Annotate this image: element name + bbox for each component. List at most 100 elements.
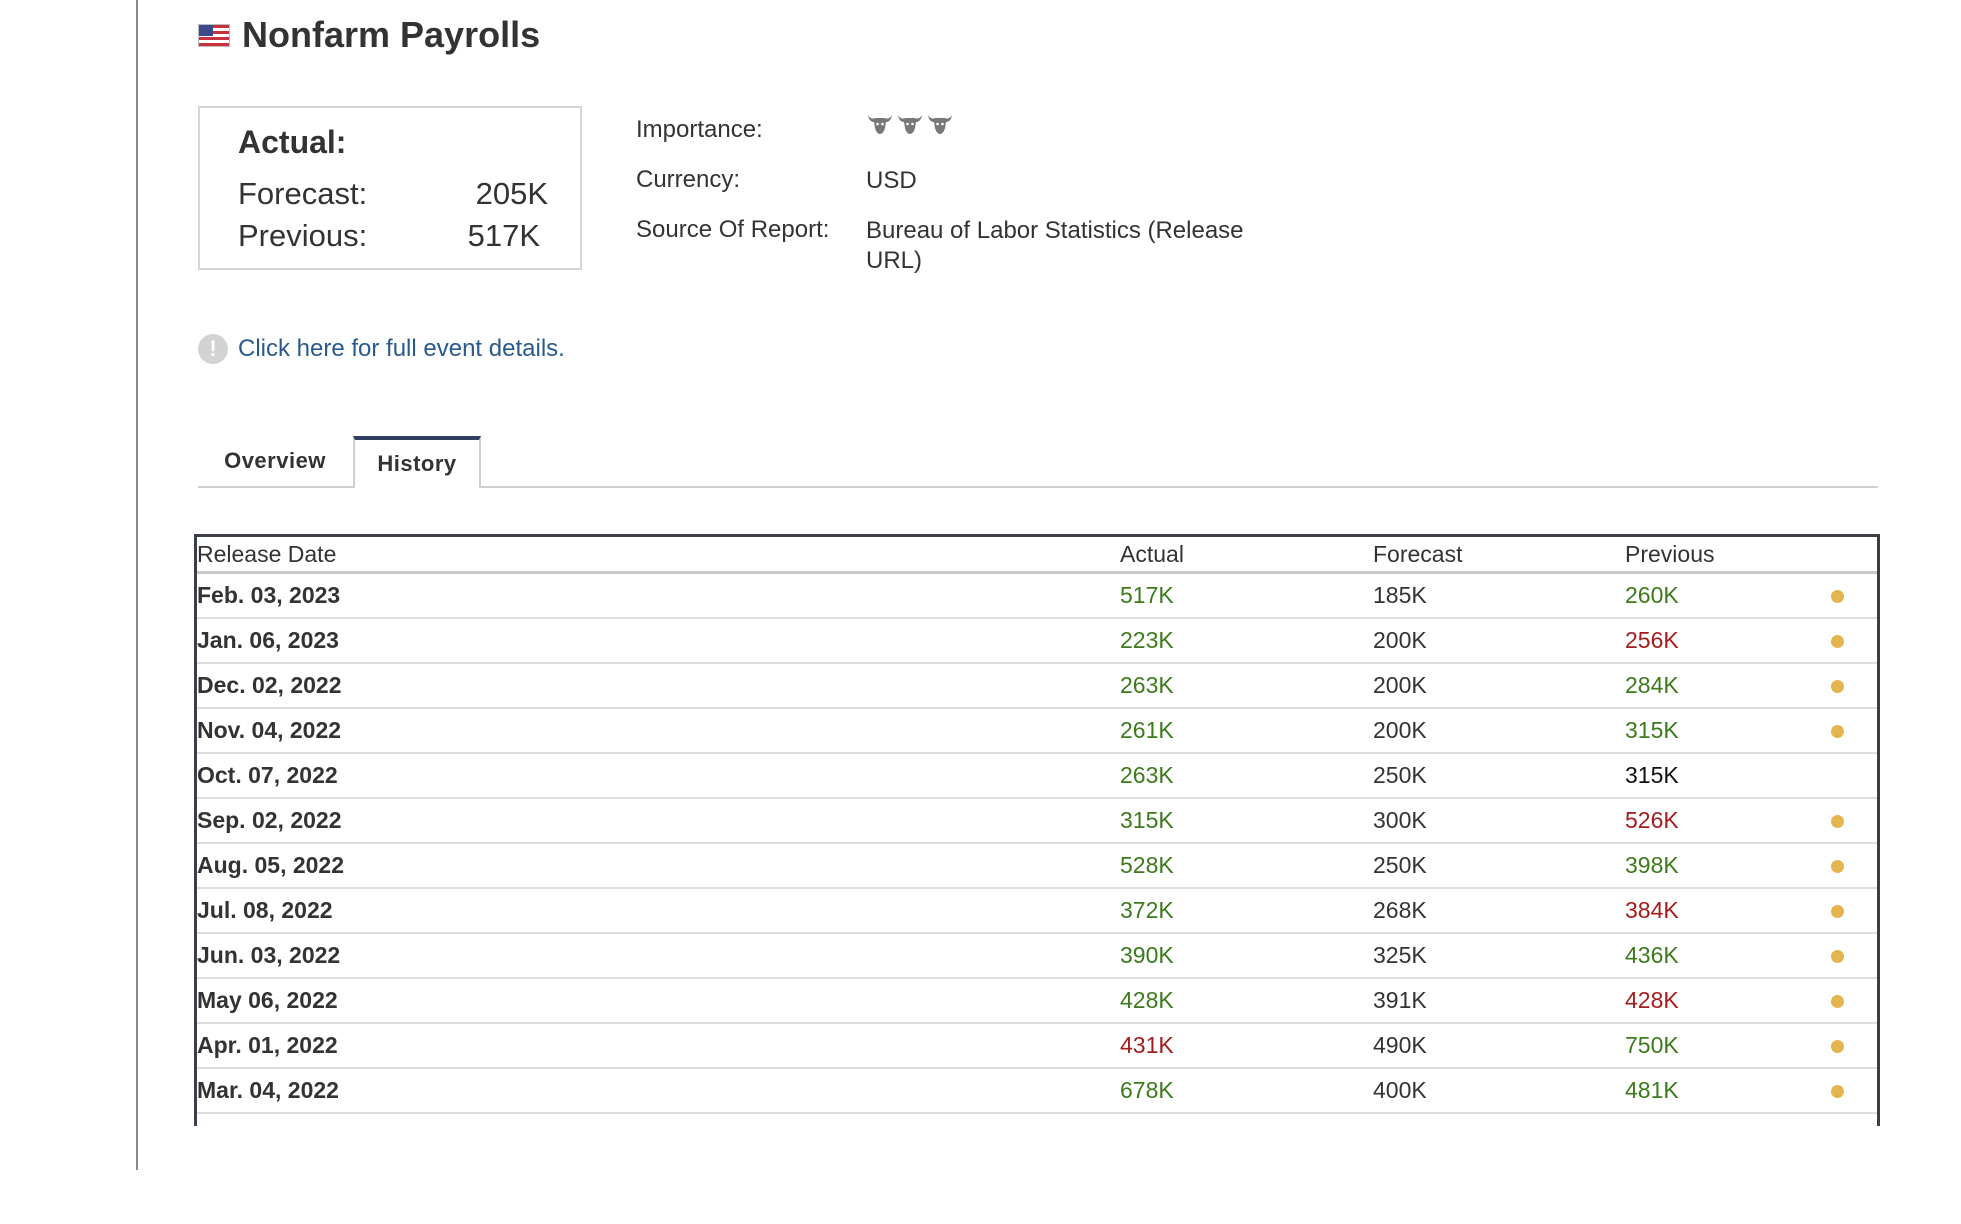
forecast-value: 205K: [475, 176, 548, 211]
table-row: Jul. 08, 2022 372K 268K 384K: [197, 888, 1877, 934]
tab-overview[interactable]: Overview: [198, 436, 352, 486]
column-header-release-date: Release Date: [197, 537, 1120, 574]
us-flag-icon: [198, 23, 230, 47]
table-row: Nov. 04, 2022 261K 200K 315K: [197, 708, 1877, 754]
actual-label: Actual:: [238, 124, 347, 160]
forecast-cell: 250K: [1373, 843, 1625, 889]
previous-cell: 481K: [1625, 1068, 1825, 1114]
release-date-cell: Jul. 08, 2022: [197, 888, 1120, 934]
table-row: Sep. 02, 2022 315K 300K 526K: [197, 798, 1877, 844]
revision-dot-icon: [1831, 725, 1844, 738]
table-row: Aug. 05, 2022 528K 250K 398K: [197, 843, 1877, 889]
previous-cell: 256K: [1625, 618, 1825, 664]
forecast-cell: 268K: [1373, 888, 1625, 934]
previous-cell: 315K: [1625, 708, 1825, 754]
currency-value: USD: [866, 167, 917, 194]
previous-cell: 384K: [1625, 888, 1825, 934]
actual-cell: 428K: [1120, 978, 1373, 1024]
forecast-label: Forecast:: [238, 176, 368, 211]
history-table: Release Date Actual Forecast Previous Fe…: [197, 537, 1877, 1114]
previous-cell: 284K: [1625, 663, 1825, 709]
history-table-container: Release Date Actual Forecast Previous Fe…: [194, 534, 1880, 1126]
status-cell: [1825, 1023, 1877, 1069]
release-date-cell: May 06, 2022: [197, 978, 1120, 1024]
release-date-cell: Dec. 02, 2022: [197, 663, 1120, 709]
bull-icon: [868, 115, 892, 134]
forecast-cell: 325K: [1373, 933, 1625, 979]
status-cell: [1825, 708, 1877, 754]
actual-cell: 261K: [1120, 708, 1373, 754]
revision-dot-icon: [1831, 950, 1844, 963]
event-header: Nonfarm Payrolls: [198, 14, 540, 56]
actual-cell: 390K: [1120, 933, 1373, 979]
release-date-cell: Aug. 05, 2022: [197, 843, 1120, 889]
tab-bar: Overview History: [198, 436, 1878, 488]
forecast-row: Forecast: 205K: [238, 176, 548, 212]
event-details-link[interactable]: Click here for full event details.: [238, 335, 565, 363]
bull-icon: [898, 115, 922, 134]
forecast-cell: 490K: [1373, 1023, 1625, 1069]
actual-cell: 528K: [1120, 843, 1373, 889]
status-cell: [1825, 572, 1877, 619]
actual-cell: 263K: [1120, 753, 1373, 799]
status-cell: [1825, 1068, 1877, 1114]
status-cell: [1825, 753, 1877, 799]
previous-row: Previous: 517K: [238, 218, 548, 254]
release-date-cell: Apr. 01, 2022: [197, 1023, 1120, 1069]
revision-dot-icon: [1831, 815, 1844, 828]
forecast-cell: 200K: [1373, 663, 1625, 709]
release-date-cell: Oct. 07, 2022: [197, 753, 1120, 799]
previous-cell: 315K: [1625, 753, 1825, 799]
status-cell: [1825, 843, 1877, 889]
status-cell: [1825, 618, 1877, 664]
table-row: Dec. 02, 2022 263K 200K 284K: [197, 663, 1877, 709]
status-cell: [1825, 888, 1877, 934]
importance-label: Importance:: [636, 116, 763, 143]
revision-dot-icon: [1831, 905, 1844, 918]
info-icon: !: [198, 334, 228, 364]
event-details-row: ! Click here for full event details.: [198, 334, 565, 364]
forecast-cell: 200K: [1373, 708, 1625, 754]
tab-history[interactable]: History: [353, 436, 481, 488]
table-row: Jun. 03, 2022 390K 325K 436K: [197, 933, 1877, 979]
page-title: Nonfarm Payrolls: [242, 14, 541, 55]
revision-dot-icon: [1831, 635, 1844, 648]
forecast-cell: 400K: [1373, 1068, 1625, 1114]
column-header-status: [1825, 537, 1877, 574]
release-date-cell: Nov. 04, 2022: [197, 708, 1120, 754]
importance-rating: [866, 110, 954, 136]
table-row: May 06, 2022 428K 391K 428K: [197, 978, 1877, 1024]
forecast-cell: 391K: [1373, 978, 1625, 1024]
forecast-cell: 200K: [1373, 618, 1625, 664]
previous-cell: 526K: [1625, 798, 1825, 844]
column-header-forecast: Forecast: [1373, 537, 1625, 574]
table-row: Mar. 04, 2022 678K 400K 481K: [197, 1068, 1877, 1114]
actual-cell: 372K: [1120, 888, 1373, 934]
previous-cell: 398K: [1625, 843, 1825, 889]
column-header-actual: Actual: [1120, 537, 1373, 574]
revision-dot-icon: [1831, 860, 1844, 873]
source-label: Source Of Report:: [636, 216, 830, 243]
actual-cell: 315K: [1120, 798, 1373, 844]
release-date-cell: Sep. 02, 2022: [197, 798, 1120, 844]
revision-dot-icon: [1831, 590, 1844, 603]
forecast-cell: 300K: [1373, 798, 1625, 844]
currency-label: Currency:: [636, 166, 741, 193]
release-date-cell: Feb. 03, 2023: [197, 572, 1120, 619]
status-cell: [1825, 978, 1877, 1024]
left-divider: [136, 0, 138, 1170]
actual-cell: 517K: [1120, 572, 1373, 619]
revision-dot-icon: [1831, 995, 1844, 1008]
summary-box: Actual: Forecast: 205K Previous: 517K: [198, 106, 582, 270]
forecast-cell: 185K: [1373, 572, 1625, 619]
actual-cell: 263K: [1120, 663, 1373, 709]
source-value[interactable]: Bureau of Labor Statistics (Release URL): [866, 216, 1266, 276]
previous-cell: 750K: [1625, 1023, 1825, 1069]
release-date-cell: Mar. 04, 2022: [197, 1068, 1120, 1114]
revision-dot-icon: [1831, 680, 1844, 693]
bull-icon: [928, 115, 952, 134]
table-row: Jan. 06, 2023 223K 200K 256K: [197, 618, 1877, 664]
status-cell: [1825, 663, 1877, 709]
actual-cell: 223K: [1120, 618, 1373, 664]
table-row: Oct. 07, 2022 263K 250K 315K: [197, 753, 1877, 799]
